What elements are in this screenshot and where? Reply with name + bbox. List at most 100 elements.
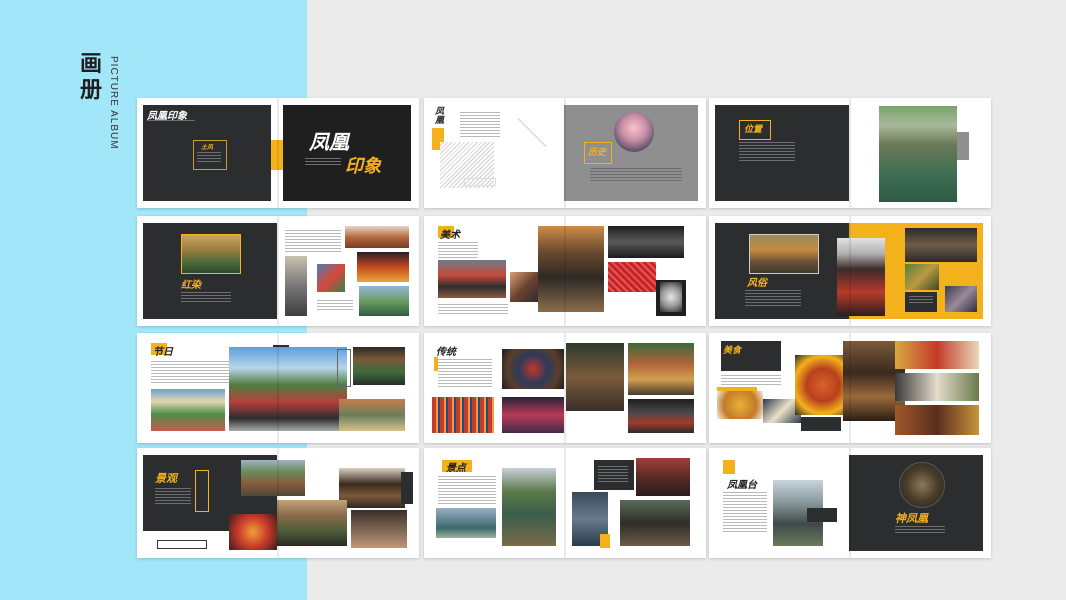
- temple-photo: [277, 500, 347, 546]
- dragon-boat-photo: [432, 397, 494, 433]
- text-block: [438, 476, 496, 504]
- caption-frame: [337, 349, 351, 387]
- cover-title-2: 印象: [345, 156, 381, 177]
- headdress-photo: [905, 264, 939, 290]
- fire-photo: [353, 347, 405, 385]
- photo-center: [317, 264, 345, 292]
- panel-text: [739, 142, 795, 162]
- page-fold: [277, 333, 279, 443]
- panel-text: [745, 290, 801, 306]
- spread-heading: 位置: [744, 125, 763, 135]
- caption-box: [801, 417, 841, 431]
- dish-photo: [717, 391, 763, 419]
- album-spread-7[interactable]: 节日: [137, 333, 419, 443]
- spread-heading: 美术: [440, 230, 460, 241]
- album-spread-11[interactable]: 景点: [424, 448, 706, 558]
- caption-box: [807, 508, 837, 522]
- spread-heading: 节日: [153, 347, 173, 358]
- circle-photo: [899, 462, 945, 508]
- circle-dance-photo: [502, 349, 564, 389]
- panel-heading: 神凤凰: [895, 512, 928, 525]
- town-photo: [566, 343, 624, 411]
- page-subtitle: PICTURE ALBUM: [108, 56, 119, 150]
- frame-heading: 土风: [201, 144, 214, 151]
- spread-heading: 景点: [446, 463, 466, 474]
- embroidery-photo: [608, 262, 656, 292]
- page-fold: [849, 448, 851, 558]
- page-fold: [277, 448, 279, 558]
- page-fold: [564, 333, 566, 443]
- festival-town-photo: [339, 399, 405, 431]
- album-spread-1[interactable]: 凤凰印象 土风 凤凰 印象: [137, 98, 419, 208]
- caption-box: [464, 178, 496, 186]
- album-spread-4[interactable]: 红染: [137, 216, 419, 326]
- text-block: [721, 375, 781, 385]
- circle-photo: [614, 112, 654, 152]
- dark-strip: [401, 472, 413, 504]
- caption-text: [317, 300, 353, 310]
- caption-text: [909, 296, 933, 304]
- flower-square-photo: [151, 389, 225, 431]
- cover-text: [305, 158, 341, 165]
- page-fold: [564, 216, 566, 326]
- panel-text: [895, 526, 945, 534]
- text-block: [723, 492, 767, 532]
- photo-river: [359, 286, 409, 316]
- bw-town-photo: [608, 226, 684, 258]
- page-fold: [849, 216, 851, 326]
- portrait-photo: [510, 272, 540, 302]
- spread-heading: 景观: [155, 472, 177, 485]
- panel-text: [181, 292, 231, 302]
- riverside-photo: [502, 468, 556, 546]
- gold-block-small: [600, 534, 610, 548]
- spread-heading: 红染: [181, 280, 201, 291]
- village-photo: [181, 234, 241, 274]
- gold-block: [723, 460, 735, 474]
- page-fold: [277, 216, 279, 326]
- panel-text: [590, 168, 682, 182]
- album-spread-5[interactable]: 美术: [424, 216, 706, 326]
- silver-ornament-photo: [660, 282, 682, 312]
- street-view-photo: [351, 510, 407, 548]
- diagonal-line: [517, 118, 547, 148]
- rice-cake-photo: [895, 405, 979, 435]
- page-fold: [849, 333, 851, 443]
- album-spread-2[interactable]: 凤凰 历史: [424, 98, 706, 208]
- page-fold: [277, 98, 279, 208]
- photo-night: [357, 252, 409, 282]
- street-photo: [628, 399, 694, 433]
- album-spread-12[interactable]: 凤凰台 神凤凰: [709, 448, 991, 558]
- miao-woman-photo: [837, 238, 885, 316]
- river-town-photo: [879, 106, 957, 202]
- ceremony-photo: [905, 228, 977, 262]
- text-block: [438, 242, 478, 258]
- hillside-houses-photo: [628, 343, 694, 395]
- tower-photo: [339, 468, 405, 508]
- cover-title-1: 凤凰: [309, 130, 349, 154]
- text-lines: [147, 120, 195, 122]
- panel-heading: 历史: [588, 148, 607, 158]
- text-block: [285, 230, 341, 252]
- album-spread-9[interactable]: 美食: [709, 333, 991, 443]
- night-show-photo: [502, 397, 564, 433]
- spread-heading: 凤凰台: [727, 480, 757, 491]
- snacks-photo: [895, 341, 979, 369]
- album-spread-3[interactable]: 位置: [709, 98, 991, 208]
- album-spread-8[interactable]: 传统: [424, 333, 706, 443]
- old-building-photo: [620, 500, 690, 546]
- page-title: 画册: [80, 52, 103, 103]
- grey-tab: [957, 132, 969, 160]
- spread-heading: 美食: [723, 346, 742, 356]
- panel-text: [155, 488, 191, 506]
- spread-heading: 凤凰: [433, 106, 443, 124]
- page-fold: [564, 98, 566, 208]
- dance-photo: [229, 347, 347, 431]
- album-spread-10[interactable]: 景观: [137, 448, 419, 558]
- photo-tall: [285, 256, 307, 316]
- album-spread-6[interactable]: 风俗: [709, 216, 991, 326]
- mountain-village-photo: [241, 460, 305, 496]
- frame-text: [197, 152, 221, 162]
- spread-heading: 风俗: [747, 278, 767, 289]
- old-town-photo: [749, 234, 819, 274]
- caption-box: [157, 540, 207, 549]
